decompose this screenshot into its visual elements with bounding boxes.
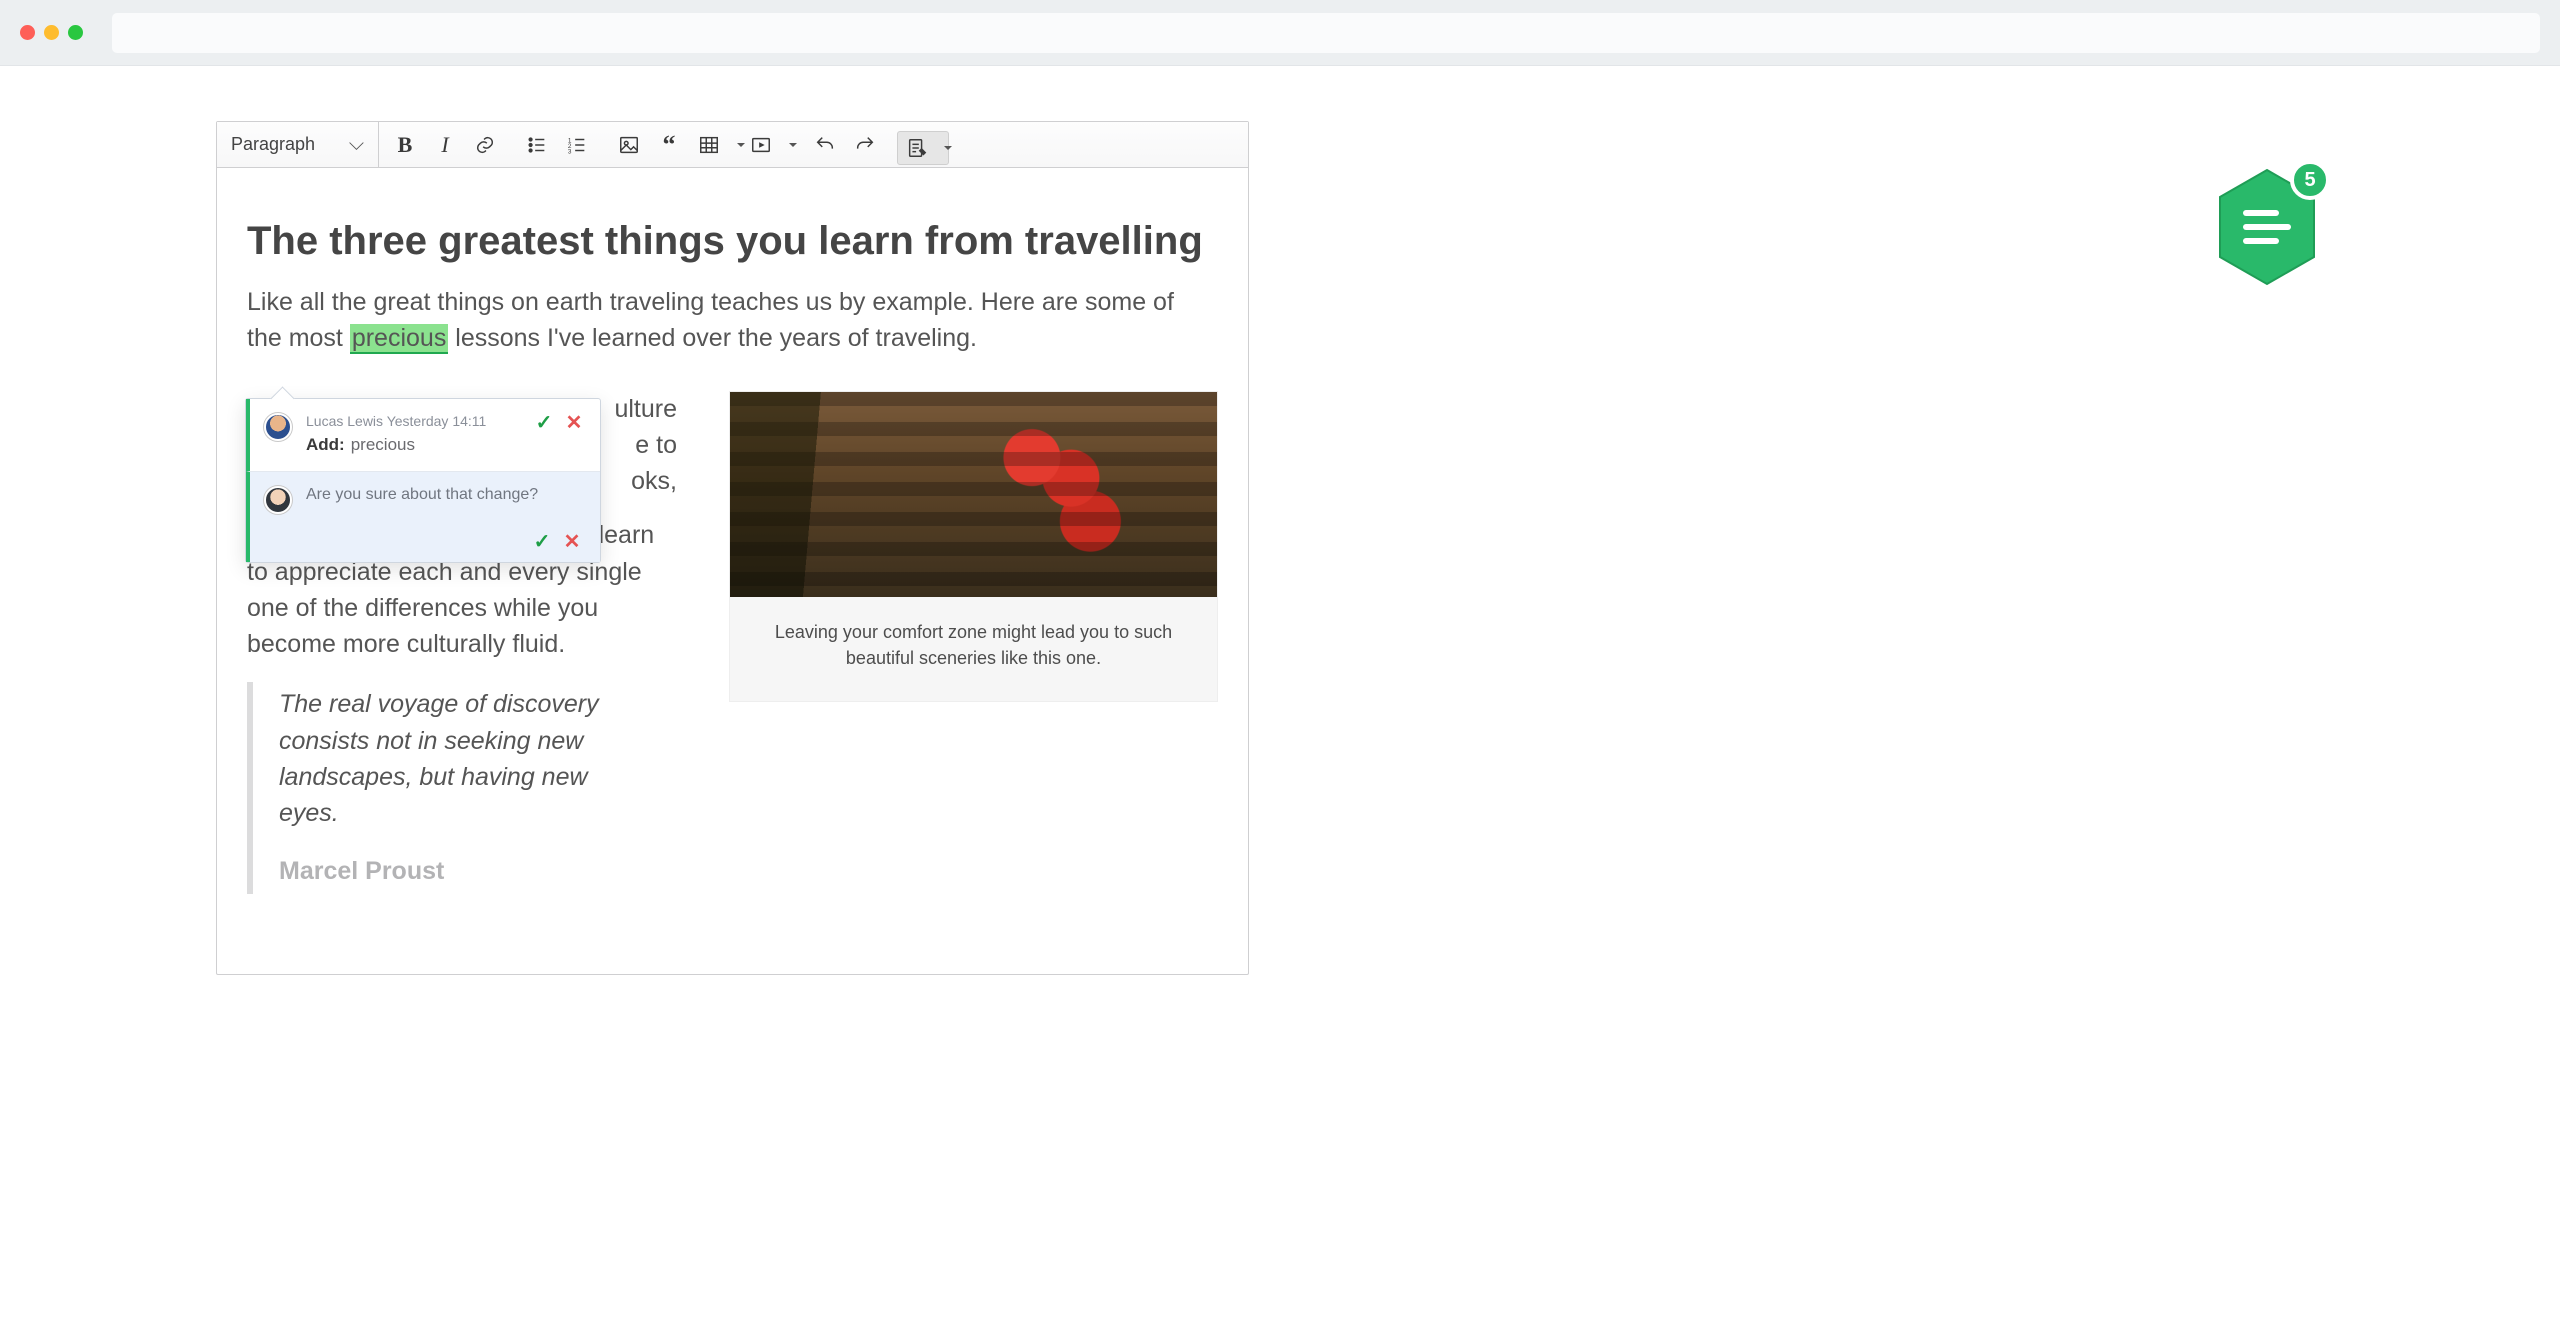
figure: Leaving your comfort zone might lead you…: [729, 391, 1218, 702]
track-changes-button[interactable]: [897, 131, 949, 165]
link-button[interactable]: [465, 122, 505, 168]
suggestion-action: Add:precious: [306, 435, 520, 455]
hamburger-icon: [2243, 210, 2291, 244]
suggestion-count: 5: [2290, 160, 2330, 200]
avatar: [264, 413, 292, 441]
reply-text: Are you sure about that change?: [306, 486, 538, 504]
avatar: [264, 486, 292, 514]
reject-suggestion-button[interactable]: ✕: [564, 413, 584, 455]
editor-toolbar: Paragraph ⌵ B I 123: [217, 122, 1248, 168]
suggestion-meta: Lucas Lewis Yesterday 14:11: [306, 413, 520, 429]
accept-reply-button[interactable]: ✓: [532, 532, 552, 552]
window-close-dot[interactable]: [20, 25, 35, 40]
redo-button[interactable]: [845, 122, 885, 168]
quote-text: The real voyage of discovery consists no…: [279, 686, 627, 831]
page-viewport: 5 Paragraph ⌵ B I: [0, 66, 2560, 975]
blockquote-button[interactable]: “: [649, 122, 689, 168]
media-button[interactable]: [741, 122, 793, 168]
lead-paragraph: Like all the great things on earth trave…: [247, 284, 1187, 357]
heading-style-select[interactable]: Paragraph ⌵: [217, 122, 379, 167]
window-zoom-dot[interactable]: [68, 25, 83, 40]
bold-button[interactable]: B: [385, 122, 425, 168]
browser-frame: 5 Paragraph ⌵ B I: [0, 0, 2560, 975]
table-button[interactable]: [689, 122, 741, 168]
accept-suggestion-button[interactable]: ✓: [534, 413, 554, 455]
document-content[interactable]: The three greatest things you learn from…: [217, 168, 1248, 974]
suggestion-card[interactable]: Lucas Lewis Yesterday 14:11 Add:precious…: [246, 399, 600, 471]
numbered-list-button[interactable]: 123: [557, 122, 597, 168]
suggestion-count-badge[interactable]: 5: [2214, 166, 2320, 288]
bulleted-list-button[interactable]: [517, 122, 557, 168]
chevron-down-icon: ⌵: [349, 133, 364, 156]
url-bar[interactable]: [112, 13, 2540, 53]
image-button[interactable]: [609, 122, 649, 168]
browser-titlebar: [0, 0, 2560, 66]
window-minimize-dot[interactable]: [44, 25, 59, 40]
undo-button[interactable]: [805, 122, 845, 168]
blockquote: The real voyage of discovery consists no…: [247, 682, 627, 893]
figure-caption: Leaving your comfort zone might lead you…: [730, 597, 1217, 701]
figure-image[interactable]: [730, 392, 1217, 597]
reject-reply-button[interactable]: ✕: [562, 532, 582, 552]
quote-author: Marcel Proust: [279, 853, 627, 889]
tracked-insertion[interactable]: precious: [350, 324, 449, 354]
svg-text:3: 3: [568, 148, 572, 155]
heading-style-label: Paragraph: [231, 134, 315, 155]
suggestion-popover: Lucas Lewis Yesterday 14:11 Add:precious…: [245, 398, 601, 563]
italic-button[interactable]: I: [425, 122, 465, 168]
suggestion-reply-card[interactable]: Are you sure about that change? ✓ ✕: [246, 471, 600, 562]
document-title: The three greatest things you learn from…: [247, 212, 1218, 270]
